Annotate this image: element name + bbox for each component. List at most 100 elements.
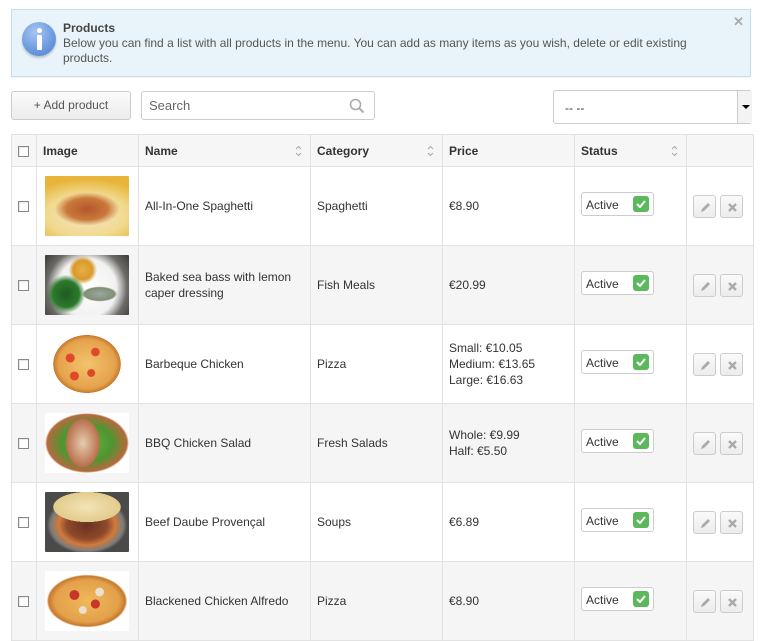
delete-button[interactable] <box>720 431 744 455</box>
column-header-name-label: Name <box>145 143 178 158</box>
close-icon <box>728 360 738 370</box>
category-cell: Pizza <box>310 324 443 404</box>
actions-cell <box>686 324 754 404</box>
edit-button[interactable] <box>693 589 716 613</box>
close-icon[interactable]: ✕ <box>733 14 744 30</box>
status-toggle[interactable]: Active <box>581 429 654 453</box>
product-category: Fresh Salads <box>317 436 388 450</box>
table-header-row: Image Name Category Price Status <box>11 134 754 167</box>
row-checkbox[interactable] <box>18 280 29 292</box>
name-cell: Baked sea bass with lemon caper dressing <box>138 245 311 325</box>
check-icon <box>633 591 649 607</box>
product-price: €20.99 <box>449 277 574 293</box>
pencil-icon <box>701 597 710 607</box>
image-cell <box>36 403 139 483</box>
info-icon <box>22 22 56 56</box>
chevron-down-icon[interactable] <box>737 91 752 123</box>
name-cell: Blackened Chicken Alfredo <box>138 561 311 641</box>
delete-button[interactable] <box>720 510 744 534</box>
actions-cell <box>686 245 754 325</box>
add-product-button[interactable]: + Add product <box>11 91 131 120</box>
product-image-salad <box>45 413 129 473</box>
price-line: Small: €10.05 <box>449 341 523 355</box>
search-input[interactable] <box>142 92 332 119</box>
row-select-cell <box>11 561 37 641</box>
status-cell: Active <box>574 561 687 641</box>
actions-cell <box>686 561 754 641</box>
name-cell: All-In-One Spaghetti <box>138 166 311 246</box>
status-label: Active <box>586 593 619 607</box>
delete-button[interactable] <box>720 589 744 613</box>
check-icon <box>633 354 649 370</box>
status-cell: Active <box>574 245 687 325</box>
row-checkbox[interactable] <box>18 596 29 608</box>
product-category: Spaghetti <box>317 199 368 213</box>
price-cell: €8.90 <box>442 166 575 246</box>
edit-button[interactable] <box>693 194 716 218</box>
price-line: Medium: €13.65 <box>449 357 536 371</box>
info-alert: Products Below you can find a list with … <box>11 9 751 77</box>
status-label: Active <box>586 514 619 528</box>
product-category: Pizza <box>317 357 347 371</box>
edit-button[interactable] <box>693 352 716 376</box>
actions-cell <box>686 482 754 562</box>
status-cell: Active <box>574 324 687 404</box>
edit-button[interactable] <box>693 273 716 297</box>
search-icon[interactable] <box>349 98 365 114</box>
close-icon <box>728 597 738 607</box>
product-category: Fish Meals <box>317 278 376 292</box>
status-toggle[interactable]: Active <box>581 271 654 295</box>
edit-button[interactable] <box>693 431 716 455</box>
column-header-name[interactable]: Name <box>138 134 311 167</box>
row-checkbox[interactable] <box>18 359 29 371</box>
status-label: Active <box>586 277 619 291</box>
price-line: €8.90 <box>449 594 480 608</box>
table-row: Barbeque Chicken Pizza Small: €10.05 Medi… <box>11 324 754 404</box>
table-row: BBQ Chicken Salad Fresh Salads Whole: €9… <box>11 403 754 483</box>
delete-button[interactable] <box>720 194 744 218</box>
row-select-cell <box>11 166 37 246</box>
product-price: €8.90 <box>449 593 574 609</box>
check-icon <box>633 512 649 528</box>
status-toggle[interactable]: Active <box>581 587 654 611</box>
table-row: Blackened Chicken Alfredo Pizza €8.90 Ac… <box>11 561 754 641</box>
edit-button[interactable] <box>693 510 716 534</box>
status-cell: Active <box>574 166 687 246</box>
row-select-cell <box>11 482 37 562</box>
products-table: Image Name Category Price Status All-In-… <box>11 134 754 641</box>
delete-button[interactable] <box>720 273 744 297</box>
status-toggle[interactable]: Active <box>581 350 654 374</box>
price-line: Half: €5.50 <box>449 444 508 458</box>
delete-button[interactable] <box>720 352 744 376</box>
row-checkbox[interactable] <box>18 201 29 213</box>
column-header-category[interactable]: Category <box>310 134 443 167</box>
column-header-status[interactable]: Status <box>574 134 687 167</box>
status-toggle[interactable]: Active <box>581 508 654 532</box>
image-cell <box>36 324 139 404</box>
price-line: €8.90 <box>449 199 480 213</box>
filter-select[interactable]: -- -- <box>553 90 752 124</box>
status-toggle[interactable]: Active <box>581 192 654 216</box>
select-all-cell <box>11 134 37 167</box>
product-price: Whole: €9.99 Half: €5.50 <box>449 427 574 459</box>
sort-icon[interactable] <box>427 145 434 157</box>
row-checkbox[interactable] <box>18 438 29 450</box>
product-image-sea-bass <box>45 255 129 315</box>
status-label: Active <box>586 198 619 212</box>
row-select-cell <box>11 403 37 483</box>
price-line: €6.89 <box>449 515 480 529</box>
price-cell: Small: €10.05 Medium: €13.65 Large: €16.63 <box>442 324 575 404</box>
product-image-pizza-mushroom <box>45 571 129 631</box>
pencil-icon <box>701 439 710 449</box>
pencil-icon <box>701 202 710 212</box>
status-label: Active <box>586 435 619 449</box>
row-checkbox[interactable] <box>18 517 29 529</box>
close-icon <box>728 281 738 291</box>
price-cell: €20.99 <box>442 245 575 325</box>
sort-icon[interactable] <box>671 145 678 157</box>
alert-title: Products <box>63 21 116 35</box>
check-icon <box>633 433 649 449</box>
select-all-checkbox[interactable] <box>18 145 29 157</box>
image-cell <box>36 245 139 325</box>
sort-icon[interactable] <box>295 145 302 157</box>
